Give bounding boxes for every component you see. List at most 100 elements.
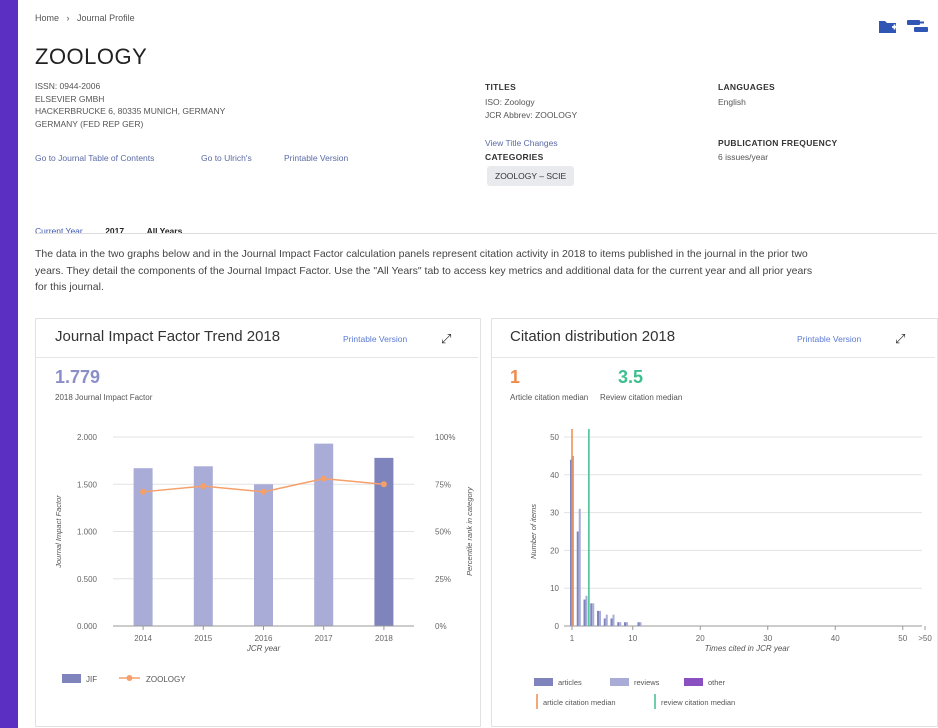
- legend-articles-swatch: [534, 678, 553, 686]
- compare-icon[interactable]: [907, 18, 929, 34]
- reviews-bar: [605, 614, 608, 626]
- y-tick-label: 0: [555, 622, 560, 631]
- articles-bar: [637, 622, 640, 626]
- articles-bar: [617, 622, 620, 626]
- x-tick-label: 2016: [255, 634, 273, 643]
- articles-bar: [597, 610, 599, 626]
- tab-2017[interactable]: 2017: [105, 226, 124, 236]
- reviews-bar: [592, 603, 595, 626]
- review-median-value: 3.5: [618, 367, 644, 387]
- x-tick-label: 10: [628, 634, 637, 643]
- legend-jif-label: JIF: [86, 675, 97, 684]
- x-tick-label: 40: [831, 634, 840, 643]
- journal-title: ZOOLOGY: [35, 44, 148, 69]
- legend-jif-swatch: [62, 674, 81, 683]
- x-tick-label: 2017: [315, 634, 333, 643]
- tab-current-year[interactable]: Current Year: [35, 226, 83, 236]
- reviews-bar: [585, 595, 588, 626]
- description: The data in the two graphs below and in …: [35, 246, 938, 296]
- y-tick-label: 20: [550, 546, 559, 555]
- expand-icon[interactable]: ⤢: [895, 331, 905, 347]
- x-tick-label: 2014: [134, 634, 152, 643]
- x-tick-label: 30: [763, 634, 772, 643]
- titles-info: ISO: Zoology JCR Abbrev: ZOOLOGY: [485, 96, 577, 121]
- publisher: ELSEVIER GMBH: [35, 93, 105, 104]
- breadcrumb-home[interactable]: Home: [35, 13, 59, 23]
- card-divider: [36, 357, 478, 358]
- articles-bar: [583, 599, 586, 626]
- expand-icon[interactable]: ⤢: [441, 331, 451, 347]
- zoology-point: [260, 488, 267, 495]
- jif-bar: [314, 443, 334, 626]
- description-line: years. They detail the components of the…: [35, 264, 813, 277]
- articles-bar: [603, 618, 606, 626]
- toc-link[interactable]: Go to Journal Table of Contents: [35, 153, 154, 163]
- reviews-bar: [626, 622, 628, 626]
- legend-review-median-label: review citation median: [661, 698, 735, 707]
- category-chip[interactable]: ZOOLOGY – SCIE: [487, 166, 575, 186]
- journal-profile-page: Home › Journal Profile ZOOLOGY ISSN: 094…: [18, 0, 938, 728]
- article-median-value: 1: [510, 367, 521, 387]
- y-tick-label: 1.500: [77, 480, 98, 489]
- reviews-bar: [578, 508, 581, 626]
- x-tick-label: 20: [696, 634, 705, 643]
- y-tick-label: 0.500: [77, 575, 98, 584]
- articles-bar: [576, 531, 579, 626]
- reviews-bar: [612, 614, 615, 626]
- y2-tick-label: 75%: [435, 480, 451, 489]
- issn: ISSN: 0944-2006: [35, 81, 101, 91]
- categories-heading: CATEGORIES: [485, 152, 544, 162]
- printable-version-link[interactable]: Printable Version: [284, 153, 348, 163]
- languages-heading: LANGUAGES: [718, 82, 776, 92]
- languages-value: English: [718, 97, 746, 107]
- legend-zoology-label: ZOOLOGY: [146, 675, 186, 684]
- breadcrumb-separator: ›: [66, 13, 70, 23]
- x-tick-label: 2015: [194, 634, 212, 643]
- jcr-abbrev: JCR Abbrev: ZOOLOGY: [485, 109, 578, 120]
- tabs-divider: [35, 233, 937, 234]
- article-median-label: Article citation median: [510, 393, 589, 402]
- y-tick-label: 2.000: [77, 433, 98, 442]
- x-tick-label: 1: [570, 634, 575, 643]
- y-tick-label: 50: [550, 433, 559, 442]
- citation-distribution-card: Citation distribution 2018 Printable Ver…: [491, 318, 938, 727]
- reviews-bar: [619, 622, 622, 626]
- y-tick-label: 1.000: [77, 528, 98, 537]
- citation-printable-link[interactable]: Printable Version: [797, 334, 861, 344]
- x-axis-title: JCR year: [246, 644, 281, 653]
- x-tick-label: 50: [898, 634, 907, 643]
- frequency-heading: PUBLICATION FREQUENCY: [718, 138, 838, 148]
- description-line: The data in the two graphs below and in …: [35, 248, 808, 260]
- y2-tick-label: 100%: [435, 433, 455, 442]
- y-tick-label: 30: [550, 509, 559, 518]
- view-title-changes-link[interactable]: View Title Changes: [485, 138, 558, 148]
- y-tick-label: 40: [550, 471, 559, 480]
- y-tick-label: 0.000: [77, 622, 98, 631]
- x-tick-label: >50: [918, 634, 932, 643]
- y-axis-title: Journal Impact Factor: [54, 495, 63, 569]
- jif-printable-link[interactable]: Printable Version: [343, 334, 407, 344]
- frequency-value: 6 issues/year: [718, 152, 769, 162]
- x-tick-label: 2018: [375, 634, 393, 643]
- tab-all-years[interactable]: All Years: [147, 226, 183, 236]
- description-line: for this journal.: [35, 281, 104, 293]
- ulrichs-link[interactable]: Go to Ulrich's: [201, 153, 252, 163]
- jif-bar: [254, 484, 273, 626]
- legend-zoology-marker: [126, 675, 133, 681]
- iso-title: ISO: Zoology: [485, 97, 535, 107]
- jif-value-label: 2018 Journal Impact Factor: [55, 393, 153, 402]
- breadcrumb: Home › Journal Profile: [35, 13, 135, 23]
- reviews-bar: [599, 610, 601, 626]
- citation-card-title: Citation distribution 2018: [510, 328, 676, 345]
- x-axis-title: Times cited in JCR year: [705, 644, 790, 653]
- y2-axis-title: Percentile rank in category: [465, 486, 474, 576]
- y2-tick-label: 50%: [435, 528, 451, 537]
- add-to-folder-icon[interactable]: [878, 18, 898, 34]
- zoology-point: [320, 475, 327, 482]
- jif-trend-chart: 0.000 0.500 1.000 1.500 2.000 0% 25% 50% 75% 100%…: [54, 433, 474, 684]
- country: GERMANY (FED REP GER): [35, 118, 144, 129]
- legend-other-label: other: [708, 678, 726, 687]
- articles-bar: [590, 603, 593, 626]
- journal-info: ISSN: 0944-2006 ELSEVIER GMBH HACKERBRUC…: [35, 80, 225, 130]
- y2-tick-label: 0%: [435, 622, 447, 631]
